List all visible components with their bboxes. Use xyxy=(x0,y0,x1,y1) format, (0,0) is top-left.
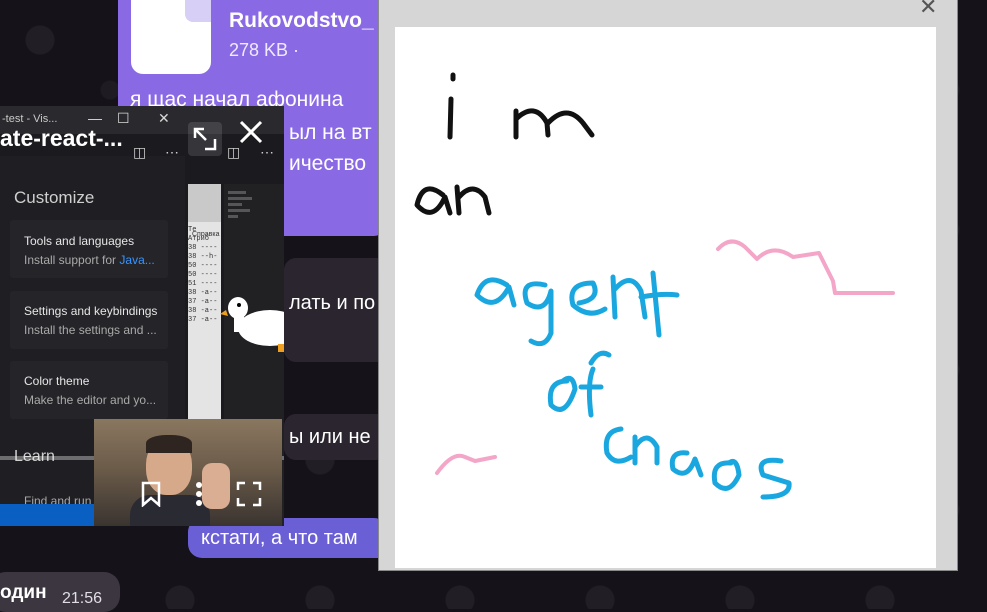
code-line xyxy=(228,203,242,206)
dark-message-text-1: лать и по xyxy=(289,292,376,314)
color-theme-desc: Make the editor and yo... xyxy=(24,393,157,407)
settings-keybindings-card xyxy=(10,291,168,349)
file-icon-corner xyxy=(185,0,211,22)
sender-name: один xyxy=(0,582,47,603)
attr-row: 38 ---- xyxy=(188,244,218,252)
desktop-goose-sprite xyxy=(220,292,284,367)
code-line xyxy=(228,215,238,218)
return-to-chat-icon[interactable] xyxy=(188,122,222,156)
fullscreen-icon[interactable] xyxy=(236,481,262,514)
color-theme-title: Color theme xyxy=(24,374,90,388)
inner-window-title: -test - Vis... xyxy=(2,113,58,125)
settings-keybindings-title: Settings and keybindings xyxy=(24,304,158,318)
file-name[interactable]: Rukovodstvo_ xyxy=(229,9,374,33)
webcam-overlay xyxy=(94,419,282,526)
pink-squiggles xyxy=(435,239,895,475)
file-size: 278 KB · xyxy=(229,40,300,60)
attr-te: Te xyxy=(188,226,197,234)
attr-row: 37 -a-- xyxy=(188,316,218,324)
more-options-icon[interactable] xyxy=(195,481,203,514)
code-line xyxy=(228,209,250,212)
tools-languages-card xyxy=(10,220,168,278)
message-line-2: ыл на вт xyxy=(289,121,372,144)
more-actions-icon: ⋯ xyxy=(165,144,179,160)
attr-row: 37 -a-- xyxy=(188,298,218,306)
attr-row: 50 ---- xyxy=(188,271,218,279)
message-line-3: ичество xyxy=(289,152,367,175)
paint-close-icon[interactable]: ✕ xyxy=(919,0,937,20)
properties-panel-toolbar xyxy=(188,184,221,222)
tools-languages-desc-text: Install support for xyxy=(24,253,120,267)
person-hair xyxy=(146,435,192,453)
pip-video-window[interactable]: -test - Vis... — ☐ ✕ Customize Tools and… xyxy=(0,106,284,526)
bookmark-icon[interactable] xyxy=(140,481,162,514)
person-hand xyxy=(202,463,230,509)
attr-row: 51 ---- xyxy=(188,280,218,288)
tools-languages-desc: Install support for Java... xyxy=(24,253,155,267)
drawing-canvas[interactable] xyxy=(395,27,936,568)
attr-row: 38 --h- xyxy=(188,253,218,261)
inner-close-icon: ✕ xyxy=(158,110,170,126)
customize-heading: Customize xyxy=(14,188,95,207)
close-pip-icon[interactable] xyxy=(238,119,264,153)
file-icon[interactable] xyxy=(131,0,211,74)
split-editor-icon: ◫ xyxy=(133,144,147,160)
attr-row: 50 ---- xyxy=(188,262,218,270)
message-time: 21:56 xyxy=(62,590,103,607)
pip-video-title: ate-react-... xyxy=(0,125,123,151)
code-line xyxy=(228,197,252,200)
code-minimap-lines xyxy=(228,188,258,221)
attr-row: 38 -a-- xyxy=(188,289,218,297)
minimize-icon: — xyxy=(88,110,102,126)
attr-row: 38 -a-- xyxy=(188,307,218,315)
java-link: Java... xyxy=(119,253,155,267)
black-handwriting-i-m-an xyxy=(414,72,595,216)
vscode-status-bar xyxy=(0,504,95,526)
outgoing-message-text: кстати, а что там xyxy=(201,527,358,549)
dark-message-text-2: ы или не xyxy=(289,426,371,448)
settings-keybindings-desc: Install the settings and ... xyxy=(24,323,157,337)
attr-header: Атриб xyxy=(188,235,210,243)
tools-languages-title: Tools and languages xyxy=(24,234,135,248)
color-theme-card xyxy=(10,361,168,419)
file-attributes-list: Te Атриб 38 ---- 38 --h- 50 ---- 50 ----… xyxy=(188,226,222,325)
code-line xyxy=(228,191,246,194)
blue-handwriting-agent-of-chaos xyxy=(474,270,792,500)
